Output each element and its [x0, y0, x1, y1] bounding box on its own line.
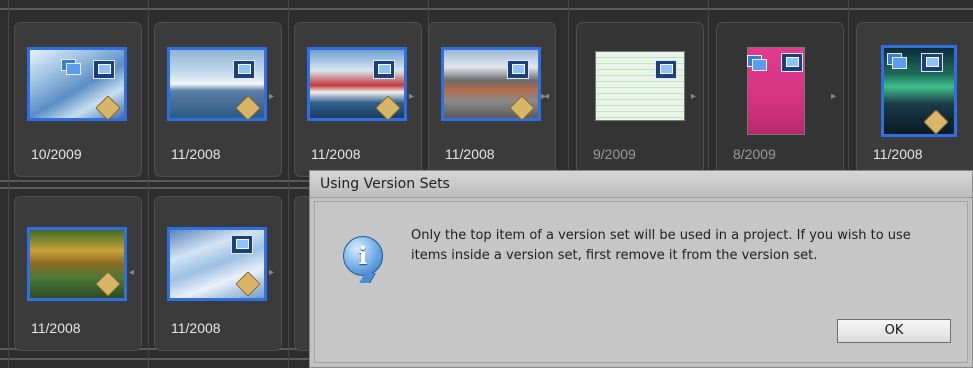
media-thumbnail-cell[interactable]: ◂ 11/2008: [14, 196, 142, 351]
cell-date: 10/2009: [31, 146, 82, 162]
cell-date: 11/2008: [445, 146, 495, 162]
cell-date: 9/2009: [593, 146, 636, 162]
version-sets-dialog: Using Version Sets i Only the top item o…: [309, 170, 973, 368]
version-set-icon: [93, 60, 115, 79]
info-icon: i: [343, 236, 383, 276]
version-set-icon: [655, 60, 677, 79]
version-set-icon: [233, 60, 255, 79]
media-thumbnail-cell[interactable]: ▸ 11/2008: [154, 196, 282, 351]
cell-date: 11/2008: [311, 146, 361, 162]
version-stack-icon: [887, 51, 909, 69]
dialog-title: Using Version Sets: [320, 176, 450, 192]
cell-date: 11/2008: [31, 320, 81, 336]
cell-date: 11/2008: [873, 146, 923, 162]
grid-divider: [148, 0, 149, 368]
media-thumbnail-cell[interactable]: 11/2008: [856, 22, 973, 177]
expand-arrow-icon[interactable]: ▸: [409, 91, 414, 102]
cell-date: 11/2008: [171, 320, 221, 336]
version-set-icon: [921, 53, 943, 72]
media-thumbnail-cell[interactable]: 10/2009: [14, 22, 142, 177]
expand-arrow-icon[interactable]: ▸: [691, 91, 696, 102]
expand-arrow-icon[interactable]: ▸: [269, 267, 274, 278]
dialog-body: i Only the top item of a version set wil…: [314, 201, 968, 363]
ok-button[interactable]: OK: [837, 319, 951, 343]
expand-arrow-icon[interactable]: ▸: [269, 91, 274, 102]
expand-arrow-icon[interactable]: ◂: [129, 267, 134, 278]
cell-date: 8/2009: [733, 146, 776, 162]
collapse-arrows-icon[interactable]: ▸◂: [541, 91, 549, 102]
dialog-message: Only the top item of a version set will …: [411, 228, 911, 263]
media-thumbnail-cell[interactable]: ▸◂ 11/2008: [428, 22, 556, 177]
version-set-icon: [507, 60, 529, 79]
cell-date: 11/2008: [171, 146, 221, 162]
media-thumbnail-cell[interactable]: ▸ 11/2008: [294, 22, 422, 177]
version-set-icon: [781, 53, 803, 72]
grid-divider: [0, 8, 973, 10]
version-stack-icon: [61, 57, 83, 75]
media-thumbnail-cell[interactable]: ▸ 8/2009: [716, 22, 844, 177]
grid-divider: [288, 0, 289, 368]
media-thumbnail-cell[interactable]: ▸ 11/2008: [154, 22, 282, 177]
dialog-title-bar[interactable]: Using Version Sets: [310, 171, 972, 198]
version-stack-icon: [747, 53, 769, 71]
version-set-icon: [373, 60, 395, 79]
media-thumbnail-cell[interactable]: ▸ 9/2009: [576, 22, 704, 177]
version-set-icon: [231, 235, 253, 254]
grid-divider: [8, 0, 9, 368]
expand-arrow-icon[interactable]: ▸: [831, 91, 836, 102]
